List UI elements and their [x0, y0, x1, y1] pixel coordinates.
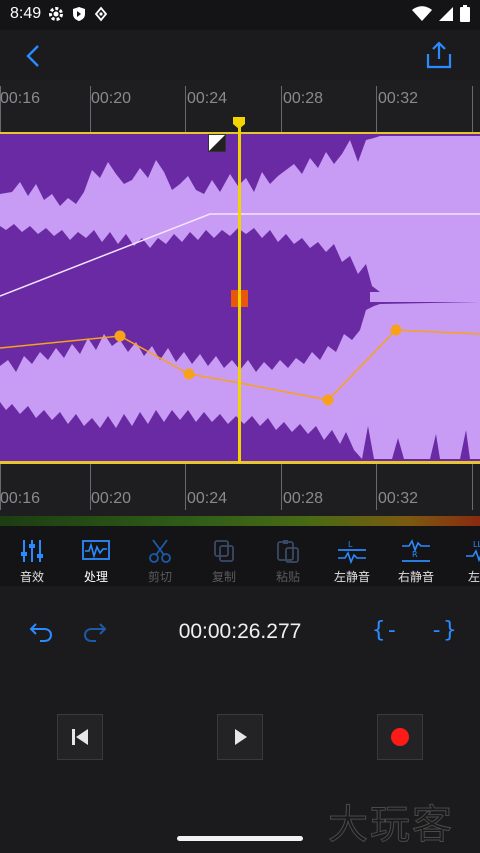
tool-label: 左模: [467, 570, 480, 584]
envelope-point[interactable]: [183, 368, 195, 380]
tool-label: 复制: [211, 570, 236, 584]
svg-text:LL: LL: [473, 540, 480, 549]
tick-label: 00:16: [0, 90, 41, 107]
timeline-ruler-bottom[interactable]: 00:16 00:20 00:24 00:28 00:32: [0, 463, 480, 516]
edit-toolbar: 音效 处理 剪切 复制 粘贴 L 左静音 R 右静音 LL 左: [0, 526, 480, 586]
level-meter: [0, 516, 480, 526]
tool-label: 音效: [19, 570, 44, 584]
watermark: 大玩客: [328, 803, 454, 848]
select-start-button[interactable]: {-: [372, 618, 399, 643]
tool-label: 右静音: [397, 570, 434, 584]
record-button[interactable]: [377, 714, 423, 760]
envelope-point[interactable]: [322, 394, 334, 406]
svg-text:R: R: [412, 550, 418, 559]
battery-icon: [460, 5, 470, 22]
chevron-left-icon[interactable]: [20, 42, 48, 70]
tick-label: 00:24: [187, 490, 228, 507]
scissors-icon: [149, 539, 171, 563]
wifi-icon: [412, 5, 432, 21]
current-timecode: 00:00:26.277: [178, 620, 302, 643]
record-icon: [391, 728, 409, 746]
play-button[interactable]: [217, 714, 263, 760]
tool-left-mode-button[interactable]: LL 左模: [450, 538, 480, 585]
share-upload-icon[interactable]: [424, 40, 454, 70]
select-end-button[interactable]: -}: [430, 618, 457, 643]
top-bar: [0, 30, 480, 80]
skip-to-start-icon: [72, 729, 88, 745]
skip-to-start-button[interactable]: [57, 714, 103, 760]
waveform-center-line: [370, 292, 480, 302]
tool-mute-left-button[interactable]: L 左静音: [322, 538, 382, 585]
tick-label: 00:20: [91, 90, 132, 107]
envelope-point[interactable]: [114, 330, 126, 342]
shield-icon: [73, 7, 85, 21]
tick-label: 00:16: [0, 490, 41, 507]
left-mode-icon: LL: [466, 540, 480, 563]
paste-icon: [277, 540, 299, 563]
envelope-point[interactable]: [390, 324, 402, 336]
tick-label: 00:32: [378, 490, 419, 507]
playhead[interactable]: [238, 120, 241, 464]
download-status-icon: [94, 6, 108, 22]
right-channel-mute-icon: R: [402, 539, 430, 562]
tool-paste-button[interactable]: 粘贴: [258, 538, 318, 585]
playback-controls: 00:00:26.277 {- -}: [0, 600, 480, 670]
playhead-handle-icon[interactable]: [232, 116, 246, 130]
tool-label: 左静音: [333, 570, 370, 584]
tick-label: 00:20: [91, 490, 132, 507]
fade-handle-icon[interactable]: [208, 134, 226, 152]
left-channel-mute-icon: L: [338, 540, 366, 564]
tick-label: 00:28: [283, 90, 324, 107]
tool-label: 粘贴: [275, 570, 300, 584]
tool-process-button[interactable]: 处理: [66, 538, 126, 585]
tool-copy-button[interactable]: 复制: [194, 538, 254, 585]
signal-icon: [439, 6, 453, 21]
gear-icon: [49, 7, 63, 21]
home-indicator: [177, 836, 303, 841]
tick-label: 00:32: [378, 90, 419, 107]
equalizer-sliders-icon: [21, 540, 43, 562]
waveform-process-icon: [82, 540, 110, 560]
tick-label: 00:28: [283, 490, 324, 507]
copy-icon: [214, 540, 234, 562]
play-icon: [235, 729, 247, 745]
tool-label: 剪切: [147, 570, 172, 584]
tool-mute-right-button[interactable]: R 右静音: [386, 538, 446, 585]
svg-text:L: L: [348, 540, 353, 549]
status-bar: 8:49: [0, 0, 480, 30]
tick-label: 00:24: [187, 90, 228, 107]
tool-effects-button[interactable]: 音效: [2, 538, 62, 585]
status-time: 8:49: [10, 5, 42, 22]
tool-label: 处理: [83, 570, 108, 584]
tool-cut-button[interactable]: 剪切: [130, 538, 190, 585]
